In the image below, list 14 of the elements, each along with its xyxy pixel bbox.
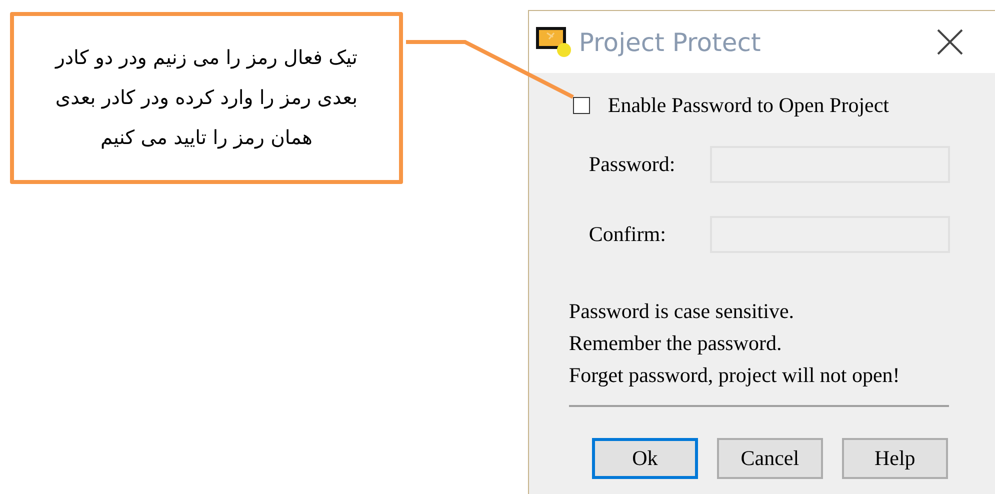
field-label: Confirm: [588,222,667,247]
dialog-button[interactable]: Ok [592,438,698,479]
checkbox[interactable] [572,97,590,114]
info-text: Remember the password. [568,330,783,357]
annotation-text: تیک فعال رمز را می زنیم ودر دو کادر بعدی رمز را وارد کرده ودر کادر بعدی همان رمز را تایید می کنیم [54,45,359,151]
field-label: Password: [588,152,676,177]
close-button[interactable] [935,27,965,57]
dialog-button[interactable]: Help [842,438,948,479]
info-text: Forget password, project will not open! [568,362,901,389]
window-title: Project Protect [578,28,762,56]
dialog-button[interactable]: Cancel [716,438,823,479]
app-icon [534,25,573,59]
checkbox-label[interactable]: Enable Password to Open Project [608,93,890,118]
info-text: Password is case sensitive. [568,298,796,325]
